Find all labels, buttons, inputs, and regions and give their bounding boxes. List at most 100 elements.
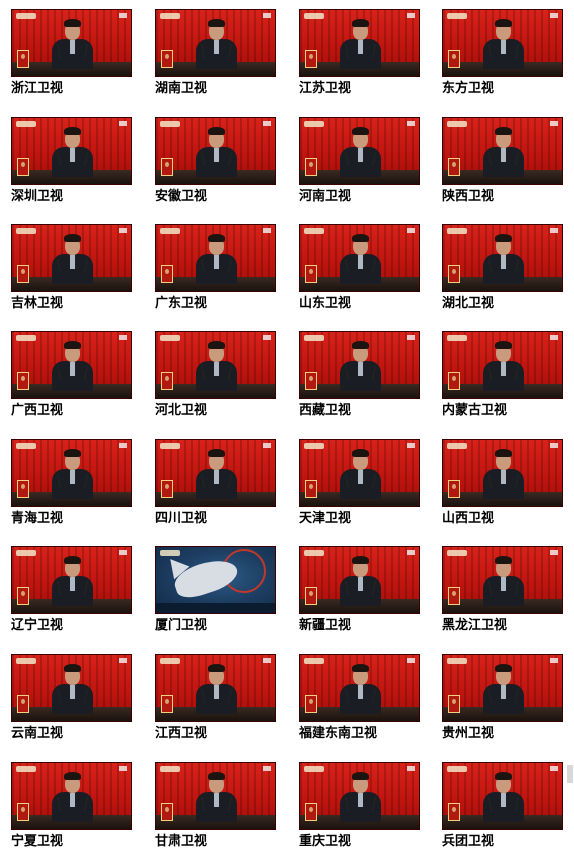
station-logo-icon (160, 13, 180, 19)
station-logo-icon (304, 550, 324, 556)
channel-thumbnail[interactable] (442, 439, 563, 507)
channel-card[interactable]: 陕西卫视 (442, 117, 564, 217)
speaker-tie-graphic (501, 577, 506, 591)
channel-card[interactable]: 河南卫视 (299, 117, 421, 217)
channel-card[interactable]: 江苏卫视 (299, 9, 421, 109)
channel-card[interactable]: 内蒙古卫视 (442, 331, 564, 431)
channel-thumbnail[interactable] (442, 224, 563, 292)
live-badge-icon (119, 550, 127, 555)
channel-card[interactable]: 河北卫视 (155, 331, 277, 431)
channel-thumbnail[interactable] (299, 224, 420, 292)
speaker-hair-graphic (64, 449, 81, 457)
channel-thumbnail[interactable] (299, 9, 420, 77)
channel-thumbnail[interactable] (299, 762, 420, 830)
channel-card[interactable]: 山东卫视 (299, 224, 421, 324)
speaker-hair-graphic (64, 341, 81, 349)
sign-language-inset (448, 587, 460, 605)
speaker-tie-graphic (501, 793, 506, 807)
channel-card[interactable]: 安徽卫视 (155, 117, 277, 217)
live-badge-icon (550, 335, 558, 340)
channel-card[interactable]: 贵州卫视 (442, 654, 564, 754)
channel-card[interactable]: 山西卫视 (442, 439, 564, 539)
speaker-hair-graphic (352, 234, 369, 242)
channel-card[interactable]: 湖南卫视 (155, 9, 277, 109)
speaker-tie-graphic (70, 40, 75, 54)
channel-thumbnail[interactable] (11, 762, 132, 830)
speaker-tie-graphic (214, 255, 219, 269)
channel-thumbnail[interactable] (299, 117, 420, 185)
speaker-hair-graphic (64, 556, 81, 564)
channel-card[interactable]: 厦门卫视 (155, 546, 277, 646)
station-logo-icon (447, 443, 467, 449)
channel-thumbnail[interactable] (155, 654, 276, 722)
station-logo-icon (160, 121, 180, 127)
channel-thumbnail[interactable] (155, 117, 276, 185)
sign-language-inset (17, 158, 29, 176)
station-logo-icon (447, 228, 467, 234)
speaker-tie-graphic (501, 362, 506, 376)
channel-name: 天津卫视 (299, 511, 352, 526)
channel-card[interactable]: 兵团卫视 (442, 762, 564, 862)
channel-thumbnail[interactable] (155, 762, 276, 830)
channel-card[interactable]: 广东卫视 (155, 224, 277, 324)
channel-card[interactable]: 深圳卫视 (11, 117, 133, 217)
channel-thumbnail[interactable] (299, 439, 420, 507)
channel-thumbnail[interactable] (11, 224, 132, 292)
channel-card[interactable]: 黑龙江卫视 (442, 546, 564, 646)
channel-thumbnail[interactable] (155, 331, 276, 399)
channel-thumbnail[interactable] (299, 546, 420, 614)
channel-card[interactable]: 新疆卫视 (299, 546, 421, 646)
channel-thumbnail[interactable] (155, 224, 276, 292)
sign-language-inset (17, 480, 29, 498)
speaker-hair-graphic (64, 664, 81, 672)
channel-card[interactable]: 青海卫视 (11, 439, 133, 539)
sign-language-inset (448, 50, 460, 68)
channel-thumbnail[interactable] (442, 331, 563, 399)
sign-language-inset (161, 695, 173, 713)
station-logo-icon (16, 658, 36, 664)
speaker-tie-graphic (358, 577, 363, 591)
channel-card[interactable]: 福建东南卫视 (299, 654, 421, 754)
channel-card[interactable]: 辽宁卫视 (11, 546, 133, 646)
channel-thumbnail[interactable] (299, 331, 420, 399)
live-badge-icon (263, 658, 271, 663)
scrollbar-thumb[interactable] (567, 765, 573, 783)
channel-thumbnail[interactable] (11, 654, 132, 722)
channel-name: 宁夏卫视 (11, 834, 64, 849)
speaker-tie-graphic (70, 255, 75, 269)
channel-thumbnail[interactable] (11, 117, 132, 185)
live-badge-icon (263, 13, 271, 18)
channel-card[interactable]: 天津卫视 (299, 439, 421, 539)
channel-thumbnail[interactable] (442, 654, 563, 722)
channel-thumbnail[interactable] (442, 762, 563, 830)
channel-card[interactable]: 宁夏卫视 (11, 762, 133, 862)
channel-card[interactable]: 吉林卫视 (11, 224, 133, 324)
station-logo-icon (447, 550, 467, 556)
channel-thumbnail[interactable] (155, 9, 276, 77)
channel-card[interactable]: 浙江卫视 (11, 9, 133, 109)
channel-thumbnail[interactable] (442, 9, 563, 77)
channel-thumbnail[interactable] (155, 546, 276, 614)
channel-card[interactable]: 广西卫视 (11, 331, 133, 431)
channel-thumbnail[interactable] (11, 439, 132, 507)
channel-thumbnail[interactable] (299, 654, 420, 722)
channel-thumbnail[interactable] (11, 546, 132, 614)
channel-thumbnail[interactable] (442, 546, 563, 614)
channel-card[interactable]: 西藏卫视 (299, 331, 421, 431)
station-logo-icon (160, 443, 180, 449)
live-badge-icon (119, 13, 127, 18)
channel-thumbnail[interactable] (155, 439, 276, 507)
channel-card[interactable]: 甘肃卫视 (155, 762, 277, 862)
channel-thumbnail[interactable] (11, 331, 132, 399)
channel-card[interactable]: 东方卫视 (442, 9, 564, 109)
channel-card[interactable]: 江西卫视 (155, 654, 277, 754)
channel-card[interactable]: 重庆卫视 (299, 762, 421, 862)
channel-card[interactable]: 湖北卫视 (442, 224, 564, 324)
channel-card[interactable]: 云南卫视 (11, 654, 133, 754)
sign-language-inset (17, 695, 29, 713)
speaker-hair-graphic (208, 341, 225, 349)
speaker-hair-graphic (352, 449, 369, 457)
channel-thumbnail[interactable] (442, 117, 563, 185)
channel-thumbnail[interactable] (11, 9, 132, 77)
channel-card[interactable]: 四川卫视 (155, 439, 277, 539)
